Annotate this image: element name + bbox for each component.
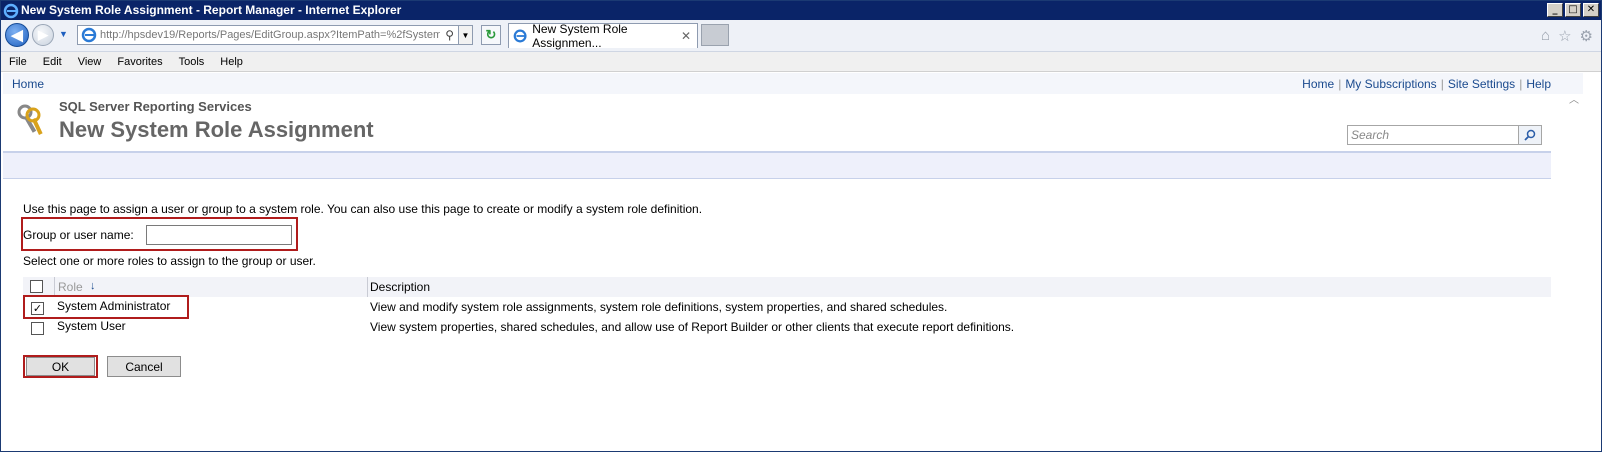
window-title: New System Role Assignment - Report Mana… xyxy=(21,3,402,17)
menu-tools[interactable]: Tools xyxy=(171,56,213,68)
back-button[interactable]: ◀ xyxy=(5,23,29,47)
separator: | xyxy=(1338,77,1342,91)
tab-active[interactable]: New System Role Assignmen... ✕ xyxy=(508,22,698,50)
description-column-header: Description xyxy=(370,280,431,294)
title-bar: New System Role Assignment - Report Mana… xyxy=(1,1,1601,20)
tab-title: New System Role Assignmen... xyxy=(532,22,628,50)
table-row: System User View system properties, shar… xyxy=(23,317,1551,337)
tab-page-icon xyxy=(513,29,527,43)
navigation-bar: ◀ ▶ ▼ http://hpsdev19/Reports/Pages/Edit… xyxy=(1,20,1601,52)
separator: | xyxy=(1519,77,1523,91)
home-link[interactable]: Home xyxy=(1302,77,1334,91)
role-column-header[interactable]: Role xyxy=(58,280,83,294)
column-divider xyxy=(54,277,55,297)
scroll-up-icon[interactable]: ︿ xyxy=(1569,91,1579,106)
site-settings-link[interactable]: Site Settings xyxy=(1448,77,1515,91)
report-manager-nav: Home Home | My Subscriptions | Site Settings… xyxy=(3,73,1583,94)
separator: | xyxy=(1440,77,1444,91)
history-dropdown-icon[interactable]: ▼ xyxy=(59,29,68,39)
role-description: View system properties, shared schedules… xyxy=(370,320,1015,334)
keys-icon xyxy=(17,104,43,136)
tab-close-icon[interactable]: ✕ xyxy=(681,29,691,43)
tools-gear-icon[interactable]: ⚙ xyxy=(1580,27,1593,45)
sort-down-icon[interactable]: ↓ xyxy=(90,280,96,292)
group-user-input[interactable] xyxy=(146,225,292,245)
address-input[interactable]: http://hpsdev19/Reports/Pages/EditGroup.… xyxy=(100,29,440,41)
address-bar[interactable]: http://hpsdev19/Reports/Pages/EditGroup.… xyxy=(77,25,473,45)
page-title: New System Role Assignment xyxy=(59,117,374,142)
maximize-button[interactable]: □ xyxy=(1565,3,1581,17)
roles-grid-header: Role ↓ Description xyxy=(23,277,1551,297)
role-checkbox-system-user[interactable] xyxy=(31,322,44,335)
column-divider xyxy=(367,277,368,297)
role-description: View and modify system role assignments,… xyxy=(370,300,948,314)
page-content: Home Home | My Subscriptions | Site Settings… xyxy=(3,73,1583,449)
help-link[interactable]: Help xyxy=(1526,77,1551,91)
select-all-checkbox[interactable] xyxy=(30,280,43,293)
header-band xyxy=(3,151,1551,179)
page-icon xyxy=(81,27,97,43)
menu-bar: File Edit View Favorites Tools Help xyxy=(1,52,1601,72)
ok-button[interactable]: OK xyxy=(26,357,95,376)
page-description: Use this page to assign a user or group … xyxy=(23,202,703,216)
search-button[interactable] xyxy=(1518,125,1542,145)
home-icon[interactable]: ⌂ xyxy=(1541,27,1550,45)
menu-favorites[interactable]: Favorites xyxy=(109,56,170,68)
new-tab-button[interactable] xyxy=(701,24,729,46)
browser-window: New System Role Assignment - Report Mana… xyxy=(0,0,1602,452)
address-dropdown-icon[interactable]: ▼ xyxy=(458,26,472,44)
menu-edit[interactable]: Edit xyxy=(35,56,70,68)
magnifier-icon xyxy=(1524,129,1536,141)
table-row: ✓ System Administrator View and modify s… xyxy=(23,297,1551,317)
menu-file[interactable]: File xyxy=(1,56,35,68)
favorites-icon[interactable]: ☆ xyxy=(1558,27,1571,45)
breadcrumb-home-link[interactable]: Home xyxy=(12,77,44,91)
search-icon[interactable]: ⚲ xyxy=(445,28,454,42)
close-button[interactable]: ✕ xyxy=(1583,3,1599,17)
cancel-button[interactable]: Cancel xyxy=(107,356,181,377)
group-user-label: Group or user name: xyxy=(23,228,134,242)
minimize-button[interactable]: _ xyxy=(1547,3,1563,17)
role-name: System Administrator xyxy=(57,299,171,313)
internet-explorer-icon xyxy=(3,3,19,18)
menu-help[interactable]: Help xyxy=(212,56,251,68)
select-roles-hint: Select one or more roles to assign to th… xyxy=(23,254,316,268)
search-input[interactable]: Search xyxy=(1347,125,1519,145)
refresh-button[interactable]: ↻ xyxy=(481,25,501,45)
my-subscriptions-link[interactable]: My Subscriptions xyxy=(1345,77,1436,91)
role-name: System User xyxy=(57,319,126,333)
menu-view[interactable]: View xyxy=(70,56,110,68)
role-checkbox-system-administrator[interactable]: ✓ xyxy=(31,302,44,315)
product-name: SQL Server Reporting Services xyxy=(59,99,252,114)
forward-button[interactable]: ▶ xyxy=(32,24,54,46)
